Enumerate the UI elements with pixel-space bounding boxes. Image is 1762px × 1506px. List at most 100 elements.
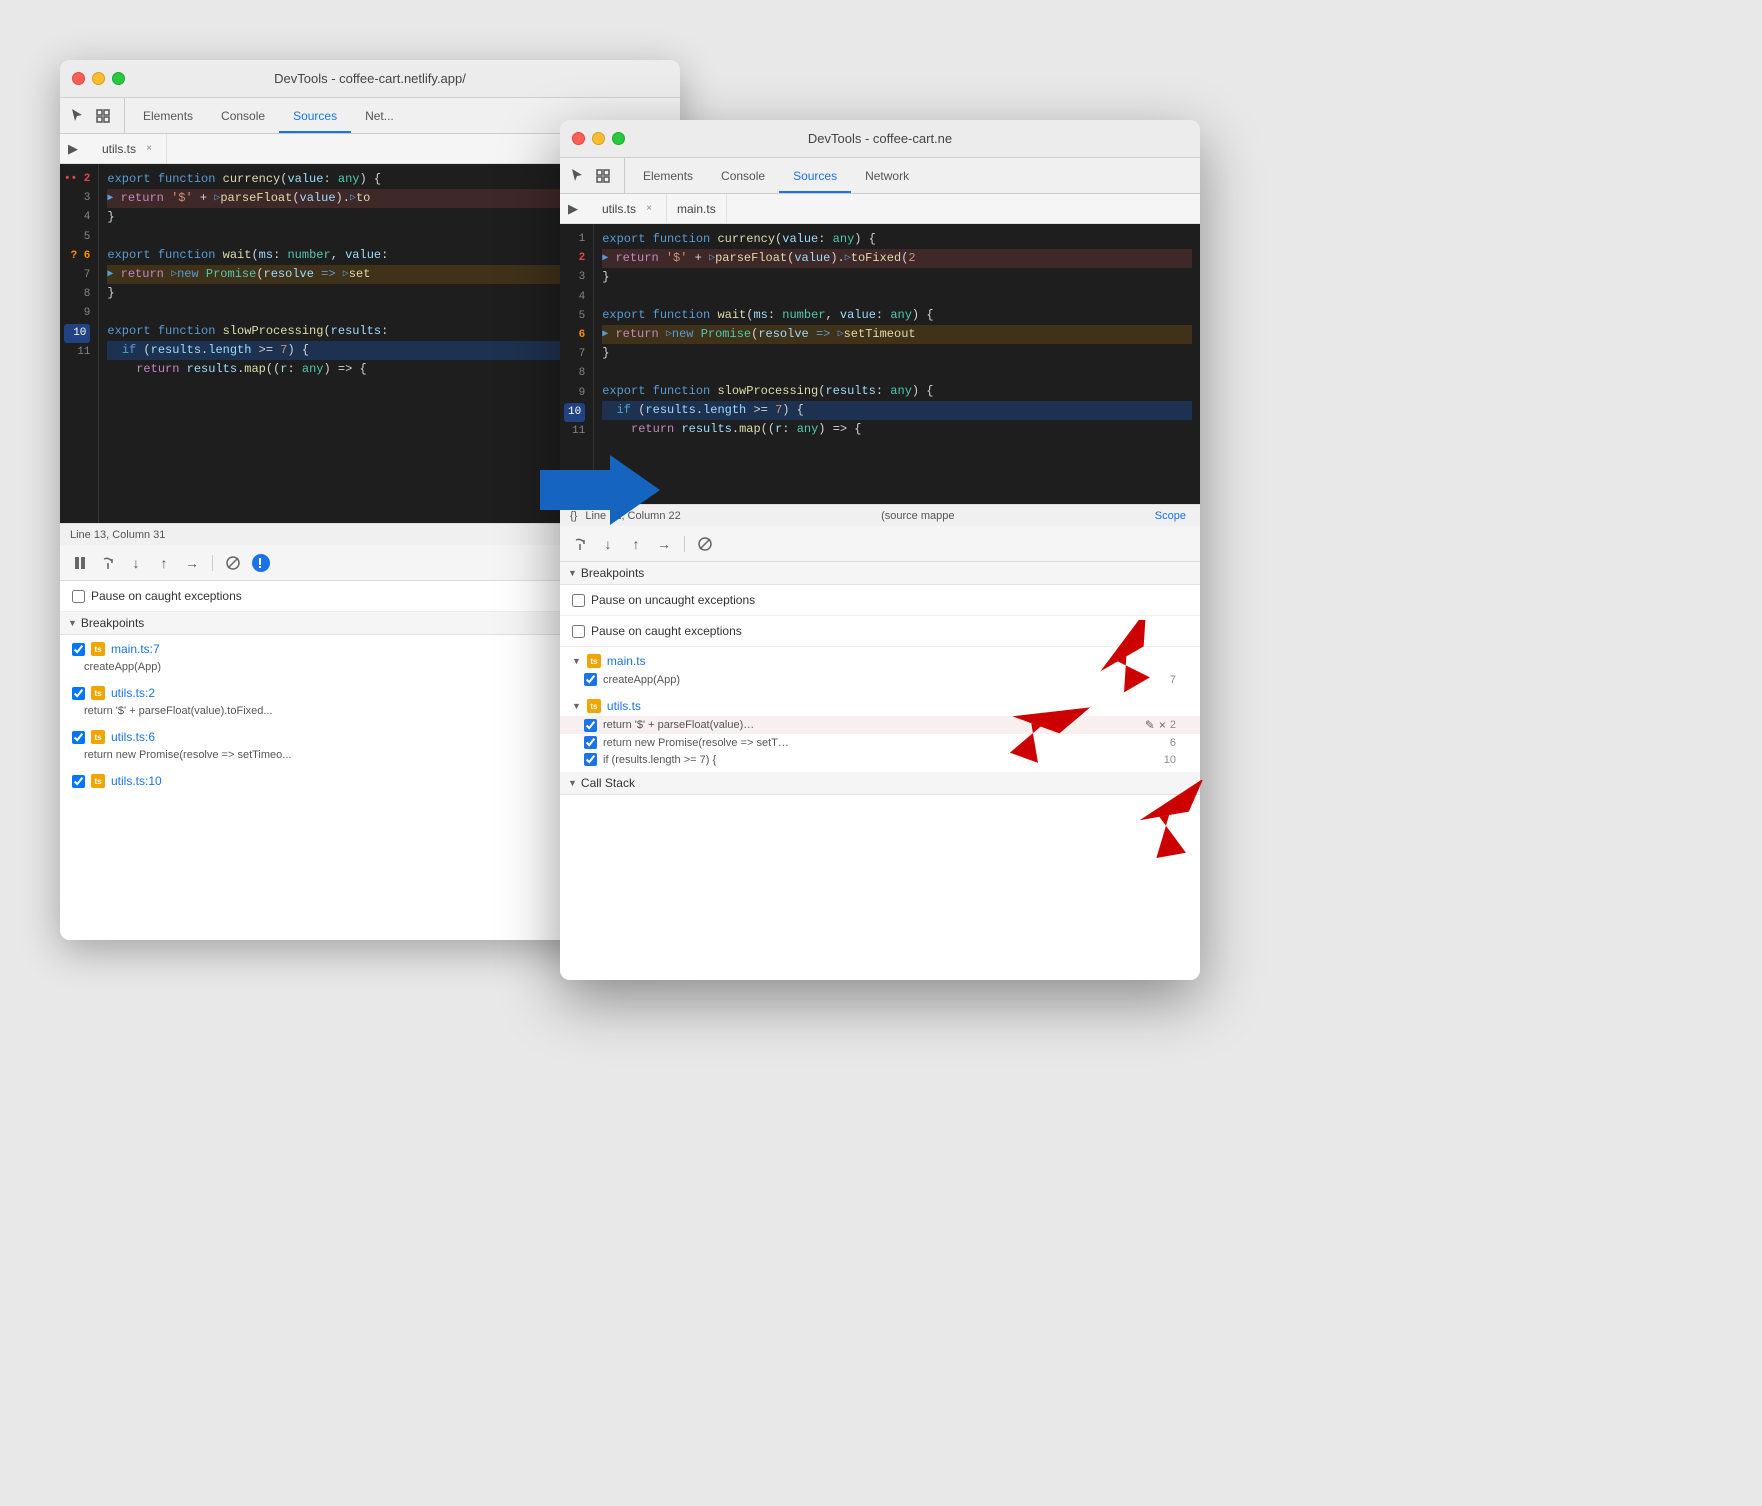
step-into-btn-1[interactable]: ↓ (124, 551, 148, 575)
bp-group-file-main: main.ts:7 (111, 642, 160, 656)
file-tab-main[interactable]: main.ts (667, 194, 727, 223)
minimize-button-2[interactable] (592, 132, 605, 145)
bp-group-file-main-2: main.ts (607, 654, 646, 668)
tab-sources-1[interactable]: Sources (279, 98, 351, 133)
bp-line-utils-3: 10 (1164, 754, 1176, 766)
ts-file-icon: ts (91, 642, 105, 656)
pause-button-1[interactable] (68, 551, 92, 575)
line-numbers-1: •• 2 3 4 5 ? 6 7 8 9 10 11 (60, 164, 99, 523)
step-into-btn-2[interactable]: ↓ (596, 532, 620, 556)
cursor-icon[interactable] (68, 107, 86, 125)
pause-caught-checkbox[interactable] (572, 625, 585, 638)
bp-check-createapp[interactable] (584, 673, 597, 686)
minimize-button-1[interactable] (92, 72, 105, 85)
separator-2 (684, 536, 685, 552)
separator-1 (212, 555, 213, 571)
pause-exceptions-label-1: Pause on caught exceptions (91, 589, 242, 603)
bp-text-utils-2: return new Promise(resolve => setT… (603, 737, 789, 749)
code-line-2-11: return results.map((r: any) => { (602, 420, 1192, 439)
code-lines-2: export function currency(value: any) { ▶… (594, 224, 1200, 504)
cursor-icon-2[interactable] (568, 167, 586, 185)
tab-sources-2[interactable]: Sources (779, 158, 851, 193)
bp-item-text-2: return '$' + parseFloat(value).toFixed..… (84, 705, 273, 717)
dt-icons-2 (568, 158, 625, 193)
titlebar-1: DevTools - coffee-cart.netlify.app/ (60, 60, 680, 98)
step-over-btn-1[interactable] (96, 551, 120, 575)
pause-uncaught-checkbox[interactable] (572, 594, 585, 607)
step-out-btn-2[interactable]: ↑ (624, 532, 648, 556)
call-stack-header[interactable]: ▼ Call Stack (560, 772, 1200, 795)
window-title-2: DevTools - coffee-cart.ne (808, 131, 952, 146)
code-line-2-7: } (602, 344, 1192, 363)
tab-network-2[interactable]: Network (851, 158, 923, 193)
pause-exceptions-btn-1[interactable] (249, 551, 273, 575)
bp-item-utils-2: return new Promise(resolve => setT… 6 (560, 734, 1200, 751)
layers-icon-2[interactable] (594, 167, 612, 185)
red-arrow-2 (1000, 690, 1100, 775)
bp-item-utils-3: if (results.length >= 7) { 10 (560, 751, 1200, 768)
bp-check-utils-1[interactable] (584, 719, 597, 732)
close-file-icon-2[interactable]: × (642, 202, 656, 216)
bp-group-checkbox-utils2[interactable] (72, 687, 85, 700)
code-line-2-4 (602, 287, 1192, 306)
bp-group-checkbox-utils6[interactable] (72, 731, 85, 744)
bp-item-utils-1: return '$' + parseFloat(value)… ✎ × 2 (560, 716, 1200, 734)
breakpoints-label-2: Breakpoints (581, 566, 644, 580)
tab-network-1[interactable]: Net... (351, 98, 408, 133)
file-tab-utils[interactable]: utils.ts × (92, 134, 167, 163)
close-button-1[interactable] (72, 72, 85, 85)
source-icons-1: ▶ (64, 134, 88, 163)
triangle-utils-2: ▼ (572, 701, 581, 711)
step-over-btn-2[interactable] (568, 532, 592, 556)
maximize-button-2[interactable] (612, 132, 625, 145)
file-tabs-2: ▶ utils.ts × main.ts (560, 194, 1200, 224)
bp-check-utils-3[interactable] (584, 753, 597, 766)
code-line-2-6: ▶ return ▷new Promise(resolve => ▷setTim… (602, 325, 1192, 344)
close-button-2[interactable] (572, 132, 585, 145)
devtools-tabs-2: Elements Console Sources Network (560, 158, 1200, 194)
big-arrow (540, 450, 660, 535)
source-map-info-2: (source mappe (881, 510, 954, 522)
bp-group-checkbox-utils10[interactable] (72, 775, 85, 788)
triangle-main-2: ▼ (572, 656, 581, 666)
close-file-icon[interactable]: × (142, 142, 156, 156)
ts-file-icon-main-2: ts (587, 654, 601, 668)
maximize-button-1[interactable] (112, 72, 125, 85)
deactivate-btn-2[interactable] (693, 532, 717, 556)
play-icon-2[interactable]: ▶ (564, 200, 582, 218)
edit-icon[interactable]: ✎ (1145, 718, 1155, 732)
play-icon-1[interactable]: ▶ (64, 140, 82, 158)
bp-text-utils-1: return '$' + parseFloat(value)… (603, 719, 754, 731)
bp-text-createapp: createApp(App) (603, 674, 680, 686)
ts-file-icon-2: ts (91, 686, 105, 700)
cursor-position-1: Line 13, Column 31 (70, 529, 165, 541)
code-line-2-2: ▶ return '$' + ▷parseFloat(value).▷toFix… (602, 249, 1192, 268)
file-tab-utils-2[interactable]: utils.ts × (592, 194, 667, 223)
code-line-2-8 (602, 363, 1192, 382)
bp-group-file-utils6: utils.ts:6 (111, 730, 155, 744)
traffic-lights-1 (72, 72, 125, 85)
delete-icon[interactable]: × (1159, 718, 1166, 732)
tab-elements-1[interactable]: Elements (129, 98, 207, 133)
bp-group-checkbox-main[interactable] (72, 643, 85, 656)
tab-elements-2[interactable]: Elements (629, 158, 707, 193)
scope-label-right: Scope (1155, 510, 1190, 522)
deactivate-btn-1[interactable] (221, 551, 245, 575)
devtools-window-2: DevTools - coffee-cart.ne Elements Conso… (560, 120, 1200, 980)
breakpoints-label-1: Breakpoints (81, 616, 144, 630)
bp-check-utils-2[interactable] (584, 736, 597, 749)
pause-exceptions-checkbox-1[interactable] (72, 590, 85, 603)
step-out-btn-1[interactable]: ↑ (152, 551, 176, 575)
tab-console-1[interactable]: Console (207, 98, 279, 133)
code-line-2-3: } (602, 268, 1192, 287)
window-title-1: DevTools - coffee-cart.netlify.app/ (274, 71, 466, 86)
red-arrow-1 (1090, 620, 1190, 705)
bp-item-text-3: return new Promise(resolve => setTimeo..… (84, 749, 291, 761)
code-line-2-1: export function currency(value: any) { (602, 230, 1192, 249)
breakpoints-header-2[interactable]: ▼ Breakpoints (560, 562, 1200, 585)
continue-btn-2[interactable]: → (652, 532, 676, 556)
tab-console-2[interactable]: Console (707, 158, 779, 193)
layers-icon[interactable] (94, 107, 112, 125)
continue-btn-1[interactable]: → (180, 551, 204, 575)
pause-uncaught-row: Pause on uncaught exceptions (560, 585, 1200, 616)
